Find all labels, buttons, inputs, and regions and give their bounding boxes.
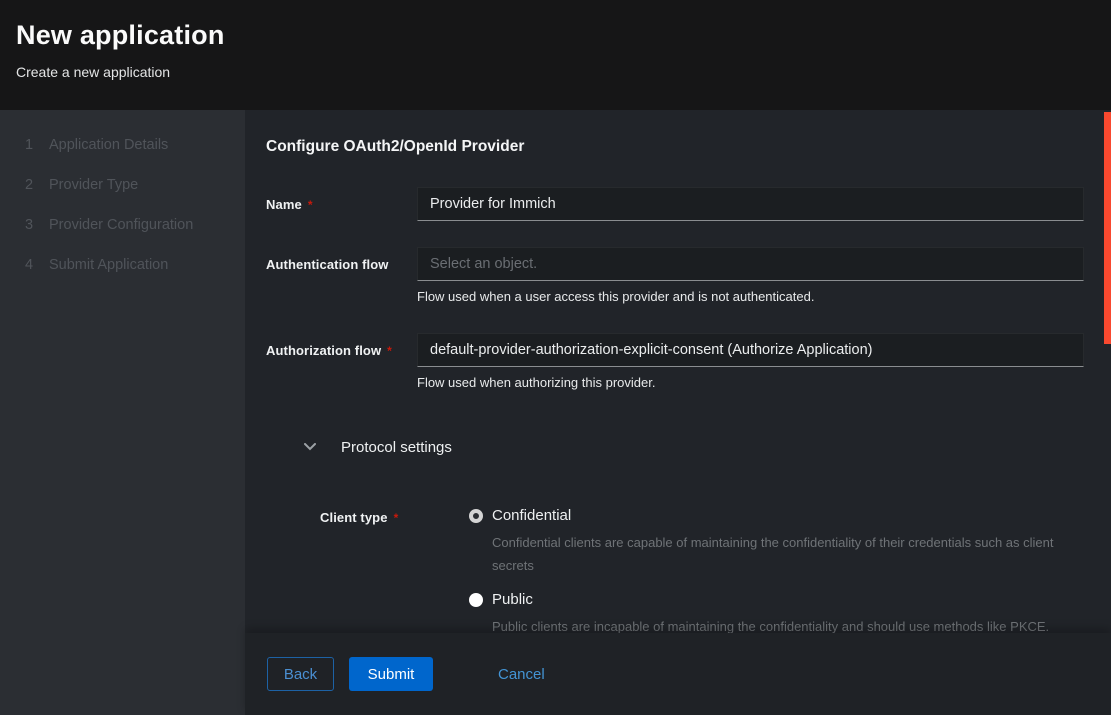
chevron-down-icon (304, 443, 316, 451)
required-asterisk: * (394, 511, 399, 525)
sidebar-step-submit-application[interactable]: 4 Submit Application (0, 245, 245, 285)
step-label: Submit Application (49, 257, 168, 273)
step-label: Application Details (49, 137, 168, 153)
sidebar-step-provider-type[interactable]: 2 Provider Type (0, 165, 245, 205)
step-heading: Configure OAuth2/OpenId Provider (266, 138, 1084, 156)
authorization-flow-label: Authorization flow* (266, 333, 417, 358)
authentication-flow-help: Flow used when a user access this provid… (417, 289, 1084, 304)
client-type-option-public: Public Public clients are incapable of m… (469, 591, 1084, 633)
sidebar-step-application-details[interactable]: 1 Application Details (0, 125, 245, 165)
back-button[interactable]: Back (267, 657, 334, 691)
required-asterisk: * (387, 344, 392, 358)
confidential-radio[interactable]: Confidential (469, 507, 1084, 524)
authorization-flow-select[interactable] (417, 333, 1084, 367)
public-description: Public clients are incapable of maintain… (492, 615, 1084, 633)
vertical-scrollbar-thumb[interactable] (1104, 112, 1111, 344)
authorization-flow-help: Flow used when authorizing this provider… (417, 375, 1084, 390)
name-field-row: Name* (266, 187, 1084, 221)
client-type-option-confidential: Confidential Confidential clients are ca… (469, 507, 1084, 577)
name-input[interactable] (417, 187, 1084, 221)
protocol-settings-label: Protocol settings (341, 439, 452, 456)
step-number: 1 (25, 137, 49, 153)
page-title: New application (16, 20, 1087, 51)
page-subtitle: Create a new application (16, 64, 1087, 80)
wizard-steps-sidebar: 1 Application Details 2 Provider Type 3 … (0, 110, 245, 715)
client-type-row: Client type* Confidential Confidential c… (320, 507, 1084, 633)
authentication-flow-select[interactable] (417, 247, 1084, 281)
name-label: Name* (266, 187, 417, 212)
step-label: Provider Configuration (49, 217, 193, 233)
wizard-step-content: Configure OAuth2/OpenId Provider Name* A… (245, 110, 1111, 633)
confidential-description: Confidential clients are capable of main… (492, 531, 1084, 577)
authorization-flow-row: Authorization flow* Flow used when autho… (266, 333, 1084, 390)
new-application-wizard: New application Create a new application… (0, 0, 1111, 715)
authentication-flow-row: Authentication flow Flow used when a use… (266, 247, 1084, 304)
step-number: 4 (25, 257, 49, 273)
required-asterisk: * (308, 198, 313, 212)
cancel-link[interactable]: Cancel (498, 666, 545, 683)
step-label: Provider Type (49, 177, 138, 193)
radio-unselected-icon[interactable] (469, 593, 483, 607)
wizard-footer: Back Submit Cancel (245, 633, 1111, 715)
step-number: 2 (25, 177, 49, 193)
sidebar-step-provider-configuration[interactable]: 3 Provider Configuration (0, 205, 245, 245)
public-radio[interactable]: Public (469, 591, 1084, 608)
submit-button[interactable]: Submit (349, 657, 433, 691)
radio-selected-icon[interactable] (469, 509, 483, 523)
protocol-settings-toggle[interactable]: Protocol settings (304, 432, 1084, 462)
step-number: 3 (25, 217, 49, 233)
client-type-options: Confidential Confidential clients are ca… (469, 507, 1084, 633)
wizard-header: New application Create a new application (0, 0, 1111, 110)
authentication-flow-label: Authentication flow (266, 247, 417, 272)
client-type-label: Client type* (320, 507, 469, 525)
